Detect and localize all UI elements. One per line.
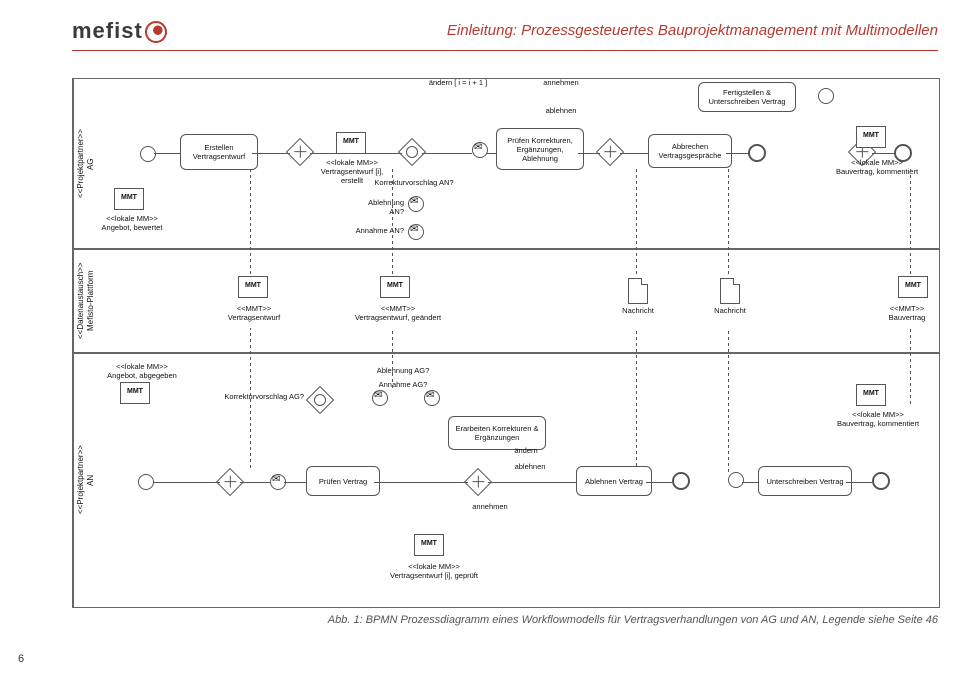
label-q-reject-an: Ablehnung AG? [368, 366, 438, 375]
label-edge-reject-an: ablehnen [506, 462, 554, 471]
seq-flow [252, 153, 290, 154]
task-check-corrections: Prüfen Korrekturen, Ergänzungen, Ablehnu… [496, 128, 584, 170]
label-q-corr-ag: Korrekturvorschlag AN? [374, 178, 454, 187]
mmt-offer-ag: MMT [114, 188, 144, 210]
mmt-contract-an: MMT [856, 384, 886, 406]
pool-platform: <<Datenaustausch>> Mefisto-Plattform [72, 248, 940, 354]
msg-flow [910, 168, 911, 274]
label-edge-change: ändern [ i = i + 1 ] [418, 78, 498, 87]
label-edge-accept-an: annehmen [466, 502, 514, 511]
end-event-an [872, 472, 890, 490]
label-edge-reject: ablehnen [536, 106, 586, 115]
label-offer-ag: <<lokale MM>> Angebot, bewertet [96, 214, 168, 232]
label-platform-draft: <<MMT>> Vertragsentwurf [212, 304, 296, 322]
lane-header-ag: <<Projektpartner>> AG [73, 79, 98, 249]
brand-logo: mefist [72, 18, 167, 44]
msg-flow [392, 328, 393, 388]
logo-text: mefist [72, 18, 143, 43]
header-rule [72, 50, 938, 51]
seq-flow [422, 153, 472, 154]
label-msg-2: Nachricht [704, 306, 756, 315]
seq-flow [240, 482, 270, 483]
task-reject-contract: Ablehnen Vertrag [576, 466, 652, 496]
msg-event-corr [472, 142, 488, 158]
label-offer-an: <<lokale MM>> Angebot, abgegeben [102, 362, 182, 380]
msg-event-accept-ag [424, 390, 440, 406]
figure-caption: Abb. 1: BPMN Prozessdiagramm eines Workf… [72, 614, 938, 626]
task-sign-ag: Fertigstellen & Unterschreiben Vertrag [698, 82, 796, 112]
task-check-contract: Prüfen Vertrag [306, 466, 380, 496]
start-event-an [138, 474, 154, 490]
end-event-reject-an [672, 472, 690, 490]
msg-flow [636, 328, 637, 466]
msg-flow [636, 168, 637, 274]
mmt-platform-draft-changed: MMT [380, 276, 410, 298]
lane-header-platform: <<Datenaustausch>> Mefisto-Plattform [73, 249, 98, 353]
mmt-offer-an: MMT [120, 382, 150, 404]
mmt-platform-draft: MMT [238, 276, 268, 298]
task-sign-an: Unterschreiben Vertrag [758, 466, 852, 496]
msg-event-reject-ag [372, 390, 388, 406]
label-edge-change-an: ändern [506, 446, 546, 455]
seq-flow [284, 482, 306, 483]
msg-flow [392, 168, 393, 274]
seq-flow [486, 153, 496, 154]
seq-flow [578, 153, 600, 154]
intermediate-event-an [728, 472, 744, 488]
task-work-corrections: Erarbeiten Korrekturen & Ergänzungen [448, 416, 546, 450]
label-q-corr-an: Korrekturvorschlag AG? [210, 392, 304, 401]
seq-flow [846, 482, 872, 483]
seq-flow [872, 153, 894, 154]
end-event-abort [748, 144, 766, 162]
data-msg-1 [628, 278, 648, 304]
label-platform-draft-changed: <<MMT>> Vertragsentwurf, geändert [348, 304, 448, 322]
mmt-draft-checked: MMT [414, 534, 444, 556]
seq-flow [310, 153, 402, 154]
msg-flow [250, 168, 251, 274]
label-msg-1: Nachricht [612, 306, 664, 315]
lane-header-an: <<Projektpartner>> AN [73, 353, 98, 607]
page-title: Einleitung: Prozessgesteuertes Bauprojek… [447, 22, 938, 39]
label-q-accept-an: Annahme AN? [352, 226, 404, 235]
msg-event-reject-an [408, 196, 424, 212]
seq-flow [646, 482, 672, 483]
msg-event-accept-an [408, 224, 424, 240]
msg-flow [250, 328, 251, 468]
mmt-draft-ag: MMT [336, 132, 366, 154]
mmt-platform-contract: MMT [898, 276, 928, 298]
data-msg-2 [720, 278, 740, 304]
label-edge-accept: annehmen [536, 78, 586, 87]
seq-flow [154, 482, 220, 483]
task-create-draft: Erstellen Vertragsentwurf [180, 134, 258, 170]
msg-flow [910, 328, 911, 404]
intermediate-event-sign [818, 88, 834, 104]
label-platform-contract: <<MMT>> Bauvertrag [878, 304, 936, 322]
msg-flow [728, 168, 729, 274]
seq-flow [742, 482, 758, 483]
logo-icon [145, 21, 167, 43]
seq-flow [726, 153, 748, 154]
seq-flow [154, 153, 180, 154]
label-q-accept-an: Annahme AG? [368, 380, 438, 389]
bpmn-diagram: <<Projektpartner>> AG <<Datenaustausch>>… [72, 78, 938, 606]
mmt-contract-ag: MMT [856, 126, 886, 148]
seq-flow [620, 153, 648, 154]
seq-flow [374, 482, 468, 483]
task-abort: Abbrechen Vertragsgespräche [648, 134, 732, 168]
label-draft-checked: <<lokale MM>> Vertragsentwurf [i], geprü… [382, 562, 486, 580]
label-q-reject-an: Ablehnung AN? [352, 198, 404, 216]
label-contract-an: <<lokale MM>> Bauvertrag, kommentiert [830, 410, 926, 428]
seq-flow [488, 482, 576, 483]
page-number: 6 [18, 653, 24, 665]
start-event-ag [140, 146, 156, 162]
msg-flow [728, 328, 729, 472]
